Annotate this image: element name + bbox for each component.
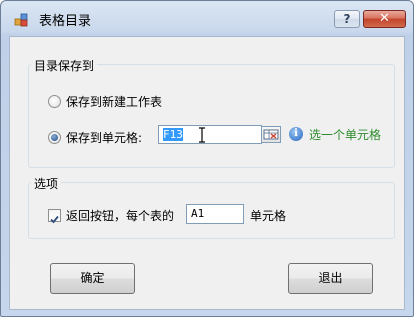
radio-new-sheet-label[interactable]: 保存到新建工作表	[66, 93, 162, 110]
radio-selected-dot	[51, 134, 58, 141]
save-destination-group-label: 目录保存到	[31, 57, 98, 74]
back-button-checkbox[interactable]	[48, 209, 61, 224]
help-button[interactable]: ?	[334, 10, 360, 28]
save-cell-input[interactable]: F13	[158, 125, 262, 144]
dialog-window: 表格目录 ? ✕ 目录保存到 保存到新建工作表 保存到单元格: F13 i 选一…	[0, 0, 414, 317]
close-button[interactable]: ✕	[363, 10, 406, 28]
radio-new-sheet[interactable]	[48, 95, 61, 108]
back-cell-value: A1	[191, 207, 205, 220]
back-cell-input[interactable]: A1	[186, 204, 244, 224]
save-destination-group	[28, 64, 395, 168]
title-bar[interactable]: 表格目录 ? ✕	[1, 1, 413, 35]
window-title: 表格目录	[39, 14, 92, 29]
cell-picker-icon	[263, 129, 279, 140]
close-icon: ✕	[379, 11, 390, 26]
checkmark-icon	[50, 215, 59, 224]
ok-button[interactable]: 确定	[50, 263, 135, 294]
save-cell-value: F13	[163, 128, 183, 141]
back-cell-suffix: 单元格	[250, 209, 287, 223]
cell-hint-text: 选一个单元格	[309, 128, 382, 142]
info-icon: i	[289, 127, 303, 141]
dialog-body: 目录保存到 保存到新建工作表 保存到单元格: F13 i 选一个单元格 选项 返…	[9, 36, 405, 310]
text-cursor-icon	[199, 127, 205, 143]
back-button-label[interactable]: 返回按钮，每个表的	[66, 207, 174, 224]
radio-cell-label[interactable]: 保存到单元格:	[66, 129, 142, 146]
exit-button[interactable]: 退出	[288, 263, 373, 294]
cell-picker-button[interactable]	[261, 126, 281, 143]
options-group-label: 选项	[31, 175, 62, 192]
radio-cell[interactable]	[48, 131, 61, 144]
app-icon	[14, 13, 28, 27]
